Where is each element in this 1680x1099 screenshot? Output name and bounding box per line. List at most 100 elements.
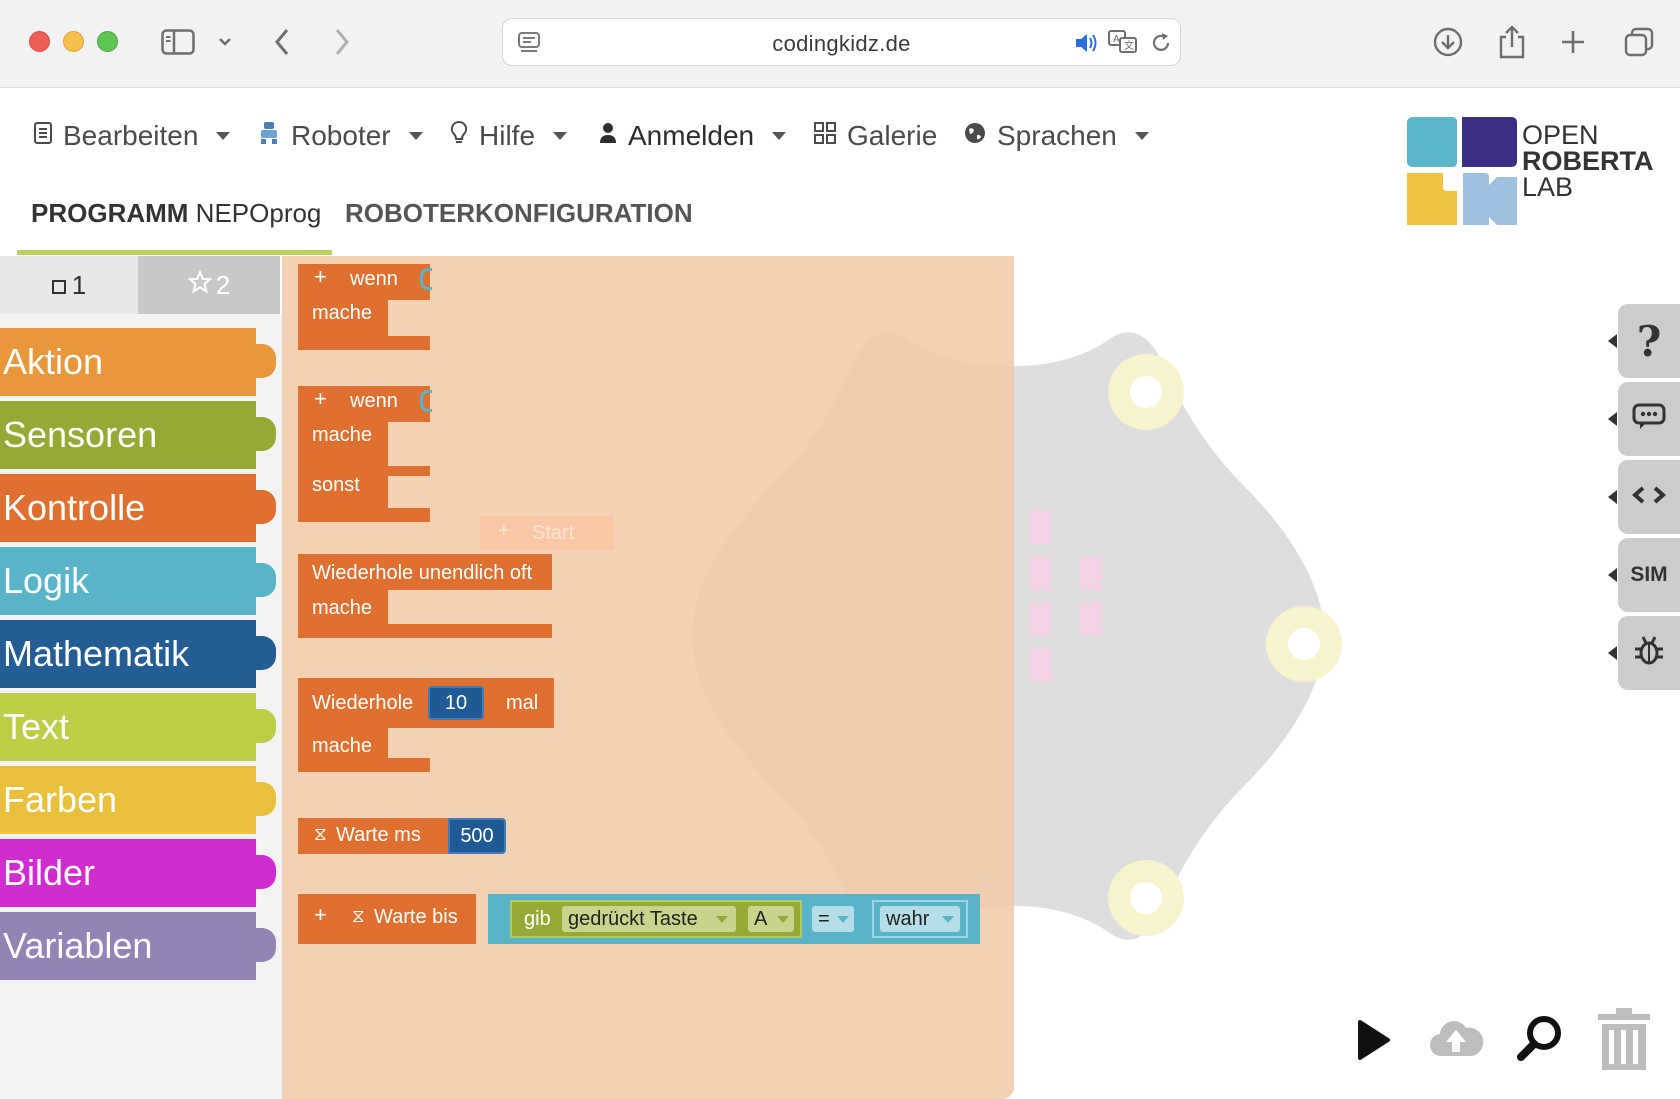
toolbox-tab-label: 2 [215,269,231,300]
board-background [1014,332,1342,940]
sidebar-toggle-icon[interactable] [158,22,198,62]
menu-anmelden[interactable]: Anmelden [598,116,787,156]
toolbox-category-sensoren[interactable]: Sensoren [0,401,276,469]
toolbox-category-bilder[interactable]: Bilder [0,839,276,907]
sim-icon: SIM [1630,563,1668,586]
globe-icon [963,120,987,152]
tab-program[interactable]: PROGRAMM NEPOprog [31,198,321,229]
wait-ms-value-block[interactable]: 500 [448,818,506,854]
share-icon[interactable] [1492,22,1532,62]
ghost-start-label: Start [532,522,575,544]
caret-icon [772,132,787,140]
boolean-dropdown[interactable]: wahr [880,906,960,932]
operator-dropdown[interactable]: = [812,906,854,932]
speaker-icon[interactable] [1073,31,1101,60]
chevron-down-icon[interactable] [205,22,245,62]
zoom-window-button[interactable] [97,31,118,52]
caret-icon [408,132,423,140]
menu-bearbeiten[interactable]: Bearbeiten [33,116,231,156]
tab-overview-icon[interactable] [1619,22,1659,62]
translate-icon[interactable]: A文 [1107,29,1139,60]
toolbox-category-logik[interactable]: Logik [0,547,276,615]
blockly-workspace[interactable]: 1 2 + wenn mache + wenn mache sonst + St… [0,256,1680,1099]
expand-arrow-icon [1608,412,1617,426]
menu-sprachen[interactable]: Sprachen [963,116,1149,156]
menu-galerie[interactable]: Galerie [813,116,937,156]
forever-loop-footer [298,624,552,638]
block-label: mache [312,597,373,619]
debug-button[interactable] [1618,616,1680,690]
svg-text:A: A [1113,34,1120,45]
simulation-button[interactable]: SIM [1618,538,1680,612]
block-label: Warte bis [374,906,458,928]
zoom-reset-button[interactable] [1516,1014,1564,1067]
code-icon [1631,485,1667,510]
logo-line2: ROBERTA [1522,146,1654,176]
caret-icon [1134,132,1149,140]
address-bar[interactable]: codingkidz.de A文 [502,18,1181,66]
svg-text:文: 文 [1124,39,1134,52]
wait-ms-value[interactable]: 500 [454,825,500,847]
toolbox-category-text[interactable]: Text [0,693,276,761]
if-block-footer [298,336,430,350]
block-label: Warte ms [336,824,421,846]
expand-arrow-icon [1608,646,1617,660]
toolbox-tab-beginner[interactable]: 1 [0,256,138,314]
run-button[interactable] [1356,1018,1392,1067]
block-label: Wiederhole [312,692,414,714]
close-window-button[interactable] [29,31,50,52]
code-view-button[interactable] [1618,460,1680,534]
sensor-mode-dropdown[interactable]: gedrückt Taste [562,906,736,932]
trash-button[interactable] [1594,1006,1654,1077]
repeat-count-value[interactable]: 10 [434,692,478,714]
reload-icon[interactable] [1149,31,1173,60]
forward-icon[interactable] [322,22,362,62]
bug-icon [1633,635,1665,672]
menu-roboter[interactable]: Roboter [257,116,423,156]
plus-icon[interactable]: + [314,902,327,928]
block-label: wenn [350,268,398,290]
toolbox-category-farben[interactable]: Farben [0,766,276,834]
robot-icon [257,120,281,152]
toolbox-category-mathematik[interactable]: Mathematik [0,620,276,688]
key-dropdown[interactable]: A [748,906,794,932]
dropdown-arrow-icon [777,916,789,923]
comment-button[interactable] [1618,382,1680,456]
download-icon[interactable] [1428,22,1468,62]
user-icon [598,120,618,152]
lightbulb-icon [449,120,469,153]
hourglass-icon: ⧖ [352,906,365,926]
open-roberta-logo[interactable]: OPEN ROBERTA LAB [1407,117,1657,225]
expand-arrow-icon [1608,490,1617,504]
tab-program-label: PROGRAMM [31,198,189,228]
value-socket [420,390,432,412]
comment-icon [1632,403,1666,436]
expand-arrow-icon [1608,568,1617,582]
new-tab-icon[interactable] [1553,22,1593,62]
toolbox-tab-expert[interactable]: 2 [138,256,280,314]
help-button[interactable]: ? [1618,304,1680,378]
toolbox-category-kontrolle[interactable]: Kontrolle [0,474,276,542]
dropdown-arrow-icon [942,916,954,923]
expand-arrow-icon [1608,334,1617,348]
back-icon[interactable] [262,22,302,62]
menu-hilfe[interactable]: Hilfe [449,116,568,156]
value-socket [420,268,432,290]
active-tab-indicator [17,250,332,255]
menu-label: Roboter [291,120,391,151]
dropdown-arrow-icon [716,916,728,923]
plus-icon[interactable]: + [314,264,327,290]
toolbox-category-variablen[interactable]: Variablen [0,912,276,980]
menu-label: Anmelden [628,120,755,151]
tab-robot-config[interactable]: ROBOTERKONFIGURATION [345,198,693,229]
minimize-window-button[interactable] [63,31,84,52]
hourglass-icon: ⧖ [314,824,327,844]
upload-button[interactable] [1428,1016,1484,1065]
blocks-flyout[interactable]: + wenn mache + wenn mache sonst + Start … [282,256,1014,1099]
repeat-count-block[interactable]: 10 [428,686,484,720]
toolbox-category-aktion[interactable]: Aktion [0,328,276,396]
block-label: mal [506,692,539,714]
app-navbar: Bearbeiten Roboter Hilfe Anmelden Galeri… [0,88,1680,256]
caret-icon [553,132,568,140]
plus-icon[interactable]: + [314,386,327,412]
